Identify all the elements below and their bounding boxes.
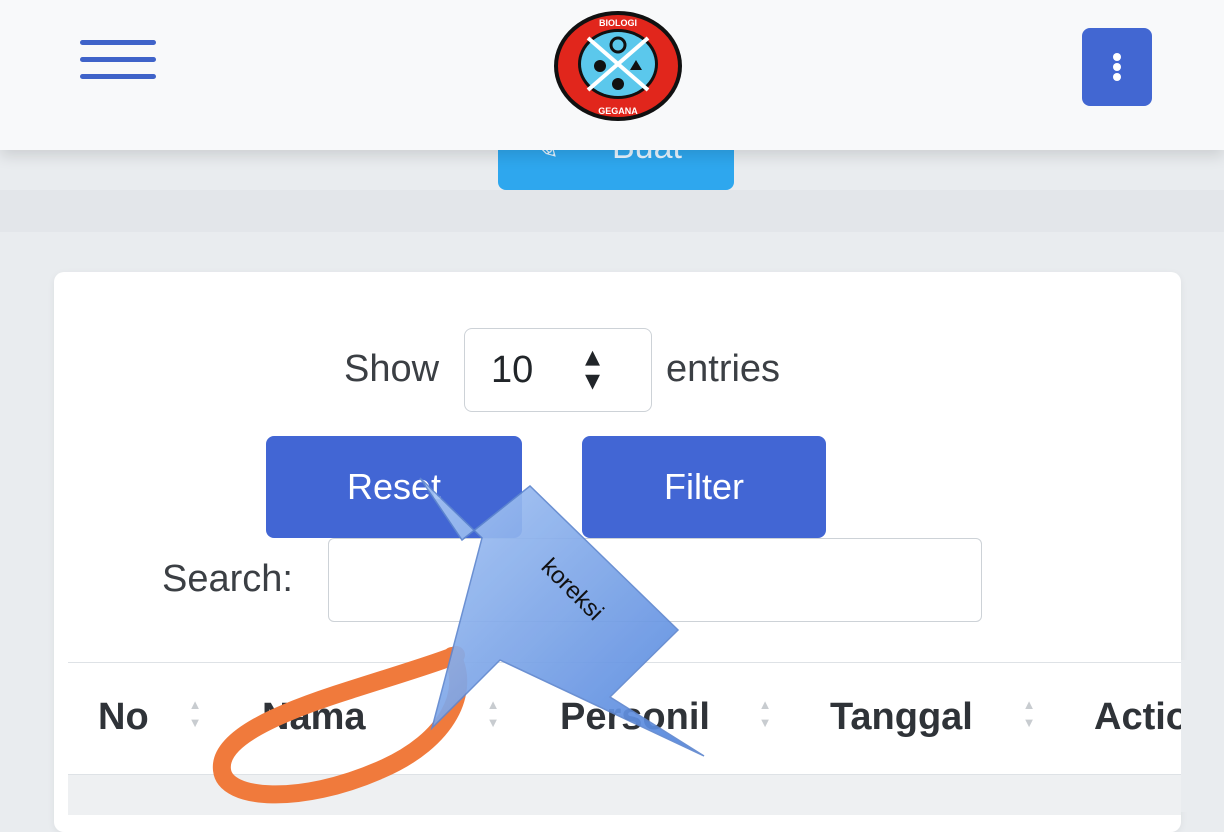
dot — [1113, 53, 1121, 61]
svg-text:GEGANA: GEGANA — [598, 106, 638, 116]
more-options-button[interactable] — [1082, 28, 1152, 106]
sort-icon: ▲ ▼ — [188, 697, 202, 730]
select-arrows-icon: ▴ ▾ — [585, 340, 601, 397]
column-header-no[interactable]: No — [98, 696, 149, 739]
column-header-nama[interactable]: Nama — [262, 696, 366, 739]
svg-text:BIOLOGI: BIOLOGI — [599, 18, 637, 28]
hamburger-menu-icon[interactable] — [80, 40, 156, 80]
table-header-border — [68, 662, 1181, 663]
column-header-personil[interactable]: Personil — [560, 696, 710, 739]
filter-button[interactable]: Filter — [582, 436, 826, 538]
sort-icon: ▲ ▼ — [758, 697, 772, 730]
top-navbar: BIOLOGI GEGANA — [0, 0, 1224, 150]
dot — [1113, 73, 1121, 81]
section-divider — [0, 190, 1224, 232]
dot — [1113, 63, 1121, 71]
column-header-tanggal[interactable]: Tanggal — [830, 696, 973, 739]
reset-button[interactable]: Reset — [266, 436, 522, 538]
search-label: Search: — [162, 558, 293, 600]
sort-icon: ▲ ▼ — [1022, 697, 1036, 730]
show-label: Show — [344, 348, 440, 390]
table-row — [68, 774, 1181, 815]
card-edge — [1181, 660, 1224, 812]
page-size-select[interactable]: 10 ▴ ▾ — [464, 328, 652, 412]
sort-icon: ▲ ▼ — [486, 697, 500, 730]
gegana-logo: BIOLOGI GEGANA — [554, 11, 682, 121]
search-input[interactable] — [328, 538, 982, 622]
entries-label: entries — [666, 348, 781, 390]
page-size-value: 10 — [491, 349, 534, 391]
